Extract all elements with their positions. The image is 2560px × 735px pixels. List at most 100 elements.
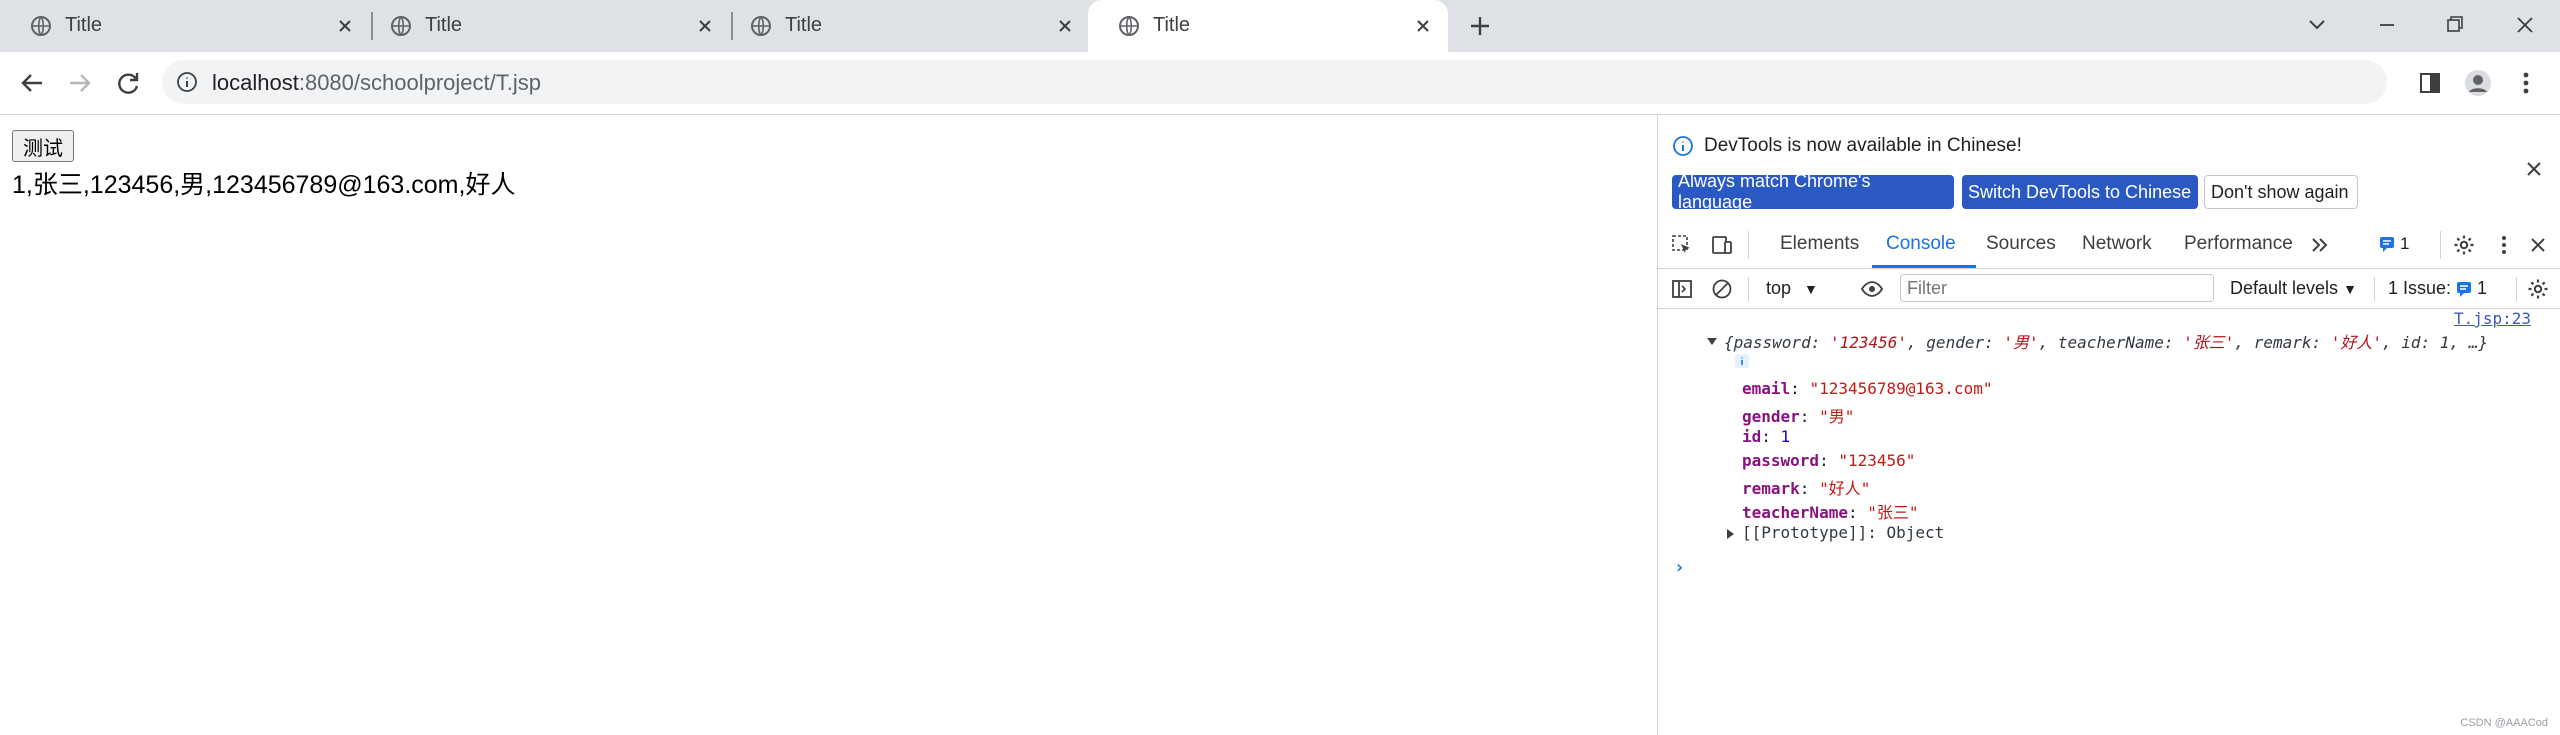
tab-performance[interactable]: Performance xyxy=(2184,233,2293,255)
expand-caret-icon[interactable] xyxy=(1706,335,1718,347)
property-value: "123456789@163.com" xyxy=(1809,379,1993,398)
property-value: 1 xyxy=(1780,427,1791,446)
console-output: T.jsp:23 {password: '123456', gender: '男… xyxy=(1658,309,2560,735)
close-icon[interactable] xyxy=(2526,233,2550,257)
tab-console[interactable]: Console xyxy=(1886,233,1956,255)
close-icon[interactable] xyxy=(694,15,716,37)
notice-text: DevTools is now available in Chinese! xyxy=(1704,135,2022,156)
minimize-icon[interactable] xyxy=(2372,10,2402,40)
property-key: teacherName xyxy=(1742,503,1848,522)
clear-console-icon[interactable] xyxy=(1710,277,1734,301)
sidebar-toggle-icon[interactable] xyxy=(1670,277,1694,301)
browser-tab-active[interactable]: Title xyxy=(1088,0,1448,52)
message-icon xyxy=(2457,281,2472,297)
profile-avatar-icon[interactable] xyxy=(2462,67,2494,99)
inspect-element-icon[interactable] xyxy=(1670,233,1694,257)
issues-count: 1 xyxy=(2477,278,2488,298)
property-key: gender xyxy=(1742,407,1800,426)
tab-network[interactable]: Network xyxy=(2082,233,2152,255)
result-text: 1,张三,123456,男,123456789@163.com,好人 xyxy=(12,171,516,199)
property-row: password: "123456" xyxy=(1742,451,1916,470)
tab-elements[interactable]: Elements xyxy=(1780,233,1859,255)
reload-icon[interactable] xyxy=(112,67,144,99)
switch-to-chinese-button[interactable]: Switch DevTools to Chinese xyxy=(1962,175,2198,209)
summary-part: , teacherName: xyxy=(2038,333,2184,352)
test-button[interactable]: 测试 xyxy=(12,130,74,162)
language-notice: DevTools is now available in Chinese! xyxy=(1672,135,2022,157)
separator xyxy=(2440,231,2441,259)
info-icon[interactable] xyxy=(176,71,198,93)
message-count: 1 xyxy=(2400,234,2410,253)
forward-arrow-icon[interactable] xyxy=(64,67,96,99)
property-key: remark xyxy=(1742,479,1800,498)
summary-value: '张三' xyxy=(2183,333,2235,352)
tab-title: Title xyxy=(65,14,103,36)
new-tab-plus-icon[interactable] xyxy=(1466,12,1494,40)
object-summary[interactable]: {password: '123456', gender: '男', teache… xyxy=(1724,329,2488,353)
url-text: localhost:8080/schoolproject/T.jsp xyxy=(212,70,541,96)
filter-input[interactable] xyxy=(1900,274,2214,302)
property-value: "男" xyxy=(1819,407,1855,426)
log-levels-value: Default levels xyxy=(2230,278,2339,298)
globe-icon xyxy=(751,16,771,36)
summary-part: {password: xyxy=(1724,333,1830,352)
console-prompt[interactable]: › xyxy=(1674,557,1685,578)
tab-strip: Title Title Title Title xyxy=(0,0,2560,52)
summary-value: '好人' xyxy=(2330,333,2383,352)
restore-icon[interactable] xyxy=(2440,10,2470,40)
property-row: remark: "好人" xyxy=(1742,479,1871,498)
console-toolbar: top ▼ Default levels ▼ 1 Issue: 1 xyxy=(1658,269,2560,309)
property-row: gender: "男" xyxy=(1742,407,1855,426)
tab-title: Title xyxy=(425,14,463,36)
close-icon[interactable] xyxy=(1412,15,1434,37)
watermark: CSDN @AAACod xyxy=(2460,717,2548,729)
close-icon[interactable] xyxy=(2522,157,2546,181)
summary-part: , remark: xyxy=(2234,333,2331,352)
tab-sources[interactable]: Sources xyxy=(1986,233,2056,255)
context-value: top xyxy=(1766,278,1792,298)
address-bar[interactable]: localhost:8080/schoolproject/T.jsp xyxy=(162,60,2387,104)
messages-badge[interactable]: 1 xyxy=(2378,234,2409,254)
property-row: email: "123456789@163.com" xyxy=(1742,379,1993,398)
device-toolbar-icon[interactable] xyxy=(1710,233,1734,257)
gear-icon[interactable] xyxy=(2526,277,2550,301)
chevron-down-icon[interactable] xyxy=(2302,10,2332,40)
eye-icon[interactable] xyxy=(1860,277,1884,301)
log-levels-dropdown[interactable]: Default levels ▼ xyxy=(2230,278,2357,299)
expand-caret-icon[interactable] xyxy=(1724,528,1736,540)
kebab-menu-icon[interactable] xyxy=(2510,67,2542,99)
globe-icon xyxy=(1119,16,1139,36)
summary-value: '男' xyxy=(2003,333,2039,352)
summary-part: , id: 1, …} xyxy=(2382,333,2488,352)
property-row: id: 1 xyxy=(1742,427,1791,446)
gear-icon[interactable] xyxy=(2452,233,2476,257)
source-link[interactable]: T.jsp:23 xyxy=(2454,309,2531,328)
tab-title: Title xyxy=(1153,14,1191,36)
always-match-language-button[interactable]: Always match Chrome's language xyxy=(1672,171,1954,212)
browser-tab[interactable]: Title xyxy=(360,0,730,52)
issues-counter[interactable]: 1 Issue: 1 xyxy=(2388,278,2487,299)
url-host: localhost xyxy=(212,70,299,95)
dropdown-arrow-icon: ▼ xyxy=(1804,281,1818,297)
back-arrow-icon[interactable] xyxy=(16,67,48,99)
property-value: "123456" xyxy=(1838,451,1916,470)
devtools-panel: DevTools is now available in Chinese! Al… xyxy=(1657,115,2560,735)
side-panel-icon[interactable] xyxy=(2414,67,2446,99)
summary-part: , gender: xyxy=(1907,333,2004,352)
info-badge-icon[interactable] xyxy=(1734,353,1750,369)
close-icon[interactable] xyxy=(1054,15,1076,37)
context-selector[interactable]: top ▼ xyxy=(1766,278,1818,299)
kebab-menu-icon[interactable] xyxy=(2492,233,2516,257)
close-icon[interactable] xyxy=(334,15,356,37)
property-value: "好人" xyxy=(1819,479,1871,498)
devtools-tabbar: Elements Console Sources Network Perform… xyxy=(1658,221,2560,269)
property-row: teacherName: "张三" xyxy=(1742,503,1919,522)
browser-tab[interactable]: Title xyxy=(720,0,1090,52)
dropdown-arrow-icon: ▼ xyxy=(2343,281,2357,297)
prototype-row[interactable]: [[Prototype]]: Object xyxy=(1724,523,1944,542)
dont-show-again-button[interactable]: Don't show again xyxy=(2204,175,2358,209)
close-window-icon[interactable] xyxy=(2510,10,2540,40)
more-tabs-chevron-icon[interactable] xyxy=(2308,233,2332,257)
page-content: 测试 1,张三,123456,男,123456789@163.com,好人 xyxy=(0,115,1657,735)
browser-tab[interactable]: Title xyxy=(0,0,370,52)
